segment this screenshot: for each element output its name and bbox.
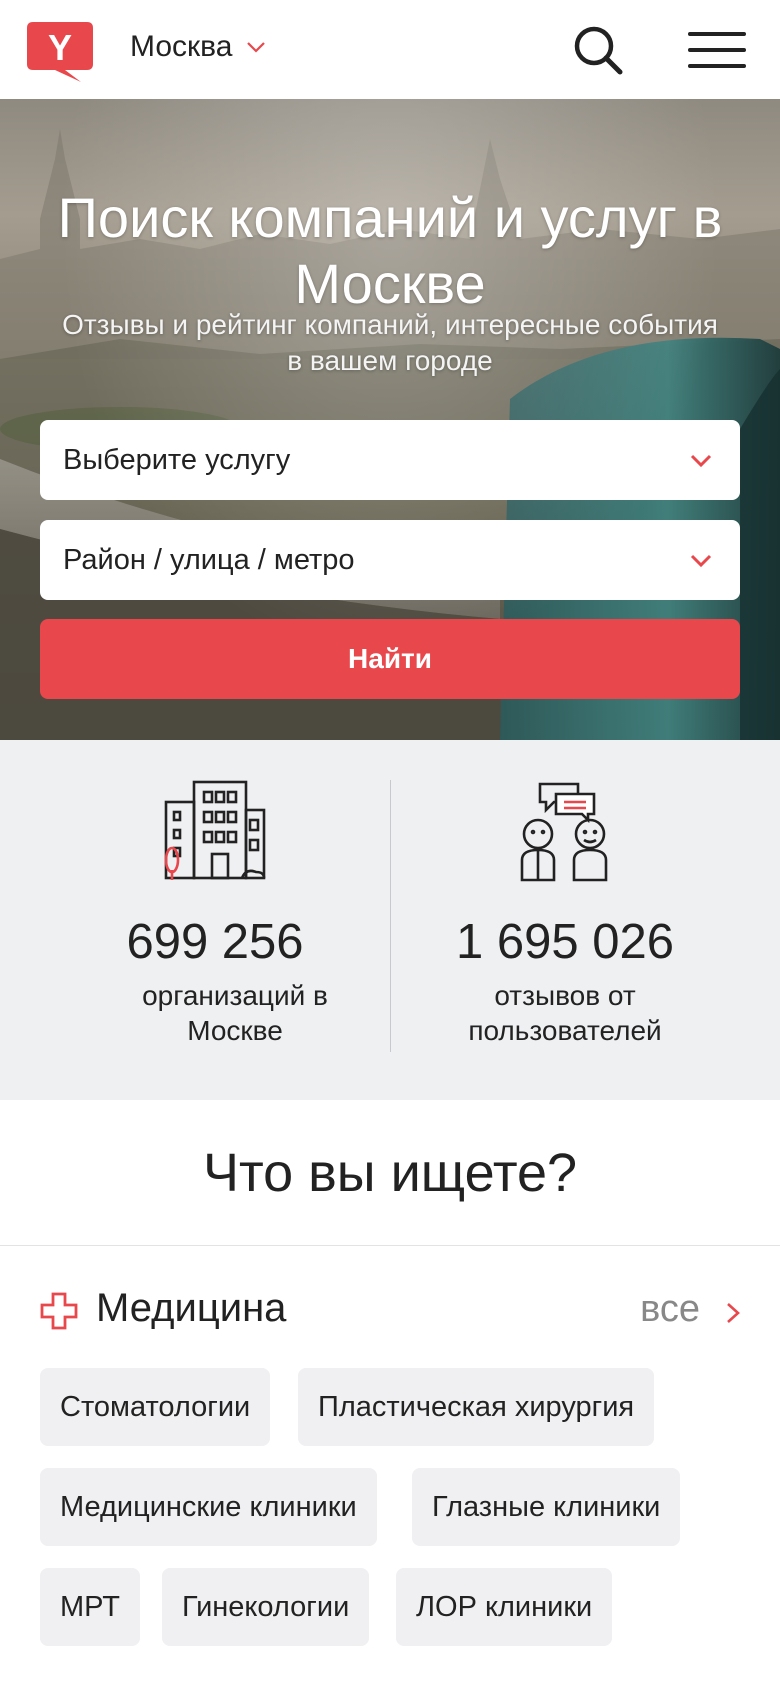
category-header: Медицина все: [0, 1246, 780, 1376]
tag-plastic-surgery[interactable]: Пластическая хирургия: [298, 1368, 655, 1446]
tag-medical-clinics[interactable]: Медицинские клиники: [40, 1468, 377, 1546]
tag-ent-clinics[interactable]: ЛОР клиники: [396, 1568, 613, 1646]
category-title: Медицина: [96, 1286, 287, 1330]
location-select-label: Район / улица / метро: [63, 543, 355, 576]
find-button[interactable]: Найти: [40, 619, 740, 699]
service-select[interactable]: Выберите услугу: [40, 420, 740, 500]
category-all-link[interactable]: все: [640, 1288, 700, 1331]
chevron-down-icon: [247, 42, 266, 53]
tag-mri[interactable]: МРТ: [40, 1568, 140, 1646]
city-label: Москва: [130, 30, 233, 63]
location-select[interactable]: Район / улица / метро: [40, 520, 740, 600]
hamburger-menu-icon[interactable]: [688, 32, 746, 68]
organizations-stat: 699 256 организаций в Москве: [20, 912, 410, 1048]
service-select-label: Выберите услугу: [63, 443, 291, 476]
search-icon: [574, 26, 623, 75]
hero-title: Поиск компаний и услуг в Москве: [57, 185, 723, 315]
hero-subtitle: Отзывы и рейтинг компаний, интересные со…: [62, 309, 718, 376]
building-icon: [164, 780, 268, 887]
reviews-label: отзывов от пользователей: [468, 980, 662, 1046]
hero-section: Поиск компаний и услуг в Москве Отзывы и…: [0, 99, 780, 740]
svg-text:Y: Y: [48, 27, 72, 68]
medical-cross-icon: [40, 1292, 78, 1330]
organizations-label: организаций в Москве: [142, 980, 328, 1046]
tag-dentistry[interactable]: Стоматологии: [40, 1368, 271, 1446]
chevron-down-icon: [690, 454, 712, 468]
people-chat-icon: [518, 780, 614, 887]
reviews-count: 1 695 026: [456, 915, 674, 969]
tag-gynecology[interactable]: Гинекологии: [162, 1568, 370, 1646]
organizations-count: 699 256: [126, 915, 304, 969]
what-heading: Что вы ищете?: [0, 1100, 780, 1246]
city-selector[interactable]: Москва: [130, 30, 266, 64]
site-logo[interactable]: Y: [25, 20, 95, 82]
chevron-right-icon[interactable]: [726, 1302, 740, 1324]
chevron-down-icon: [690, 554, 712, 568]
stats-section: 699 256 организаций в Москве 1 695 026 о…: [0, 740, 780, 1100]
reviews-stat: 1 695 026 отзывов от пользователей: [370, 912, 760, 1048]
top-header: Y Москва: [0, 0, 780, 99]
search-button[interactable]: [570, 22, 626, 78]
tag-eye-clinics[interactable]: Глазные клиники: [412, 1468, 681, 1546]
